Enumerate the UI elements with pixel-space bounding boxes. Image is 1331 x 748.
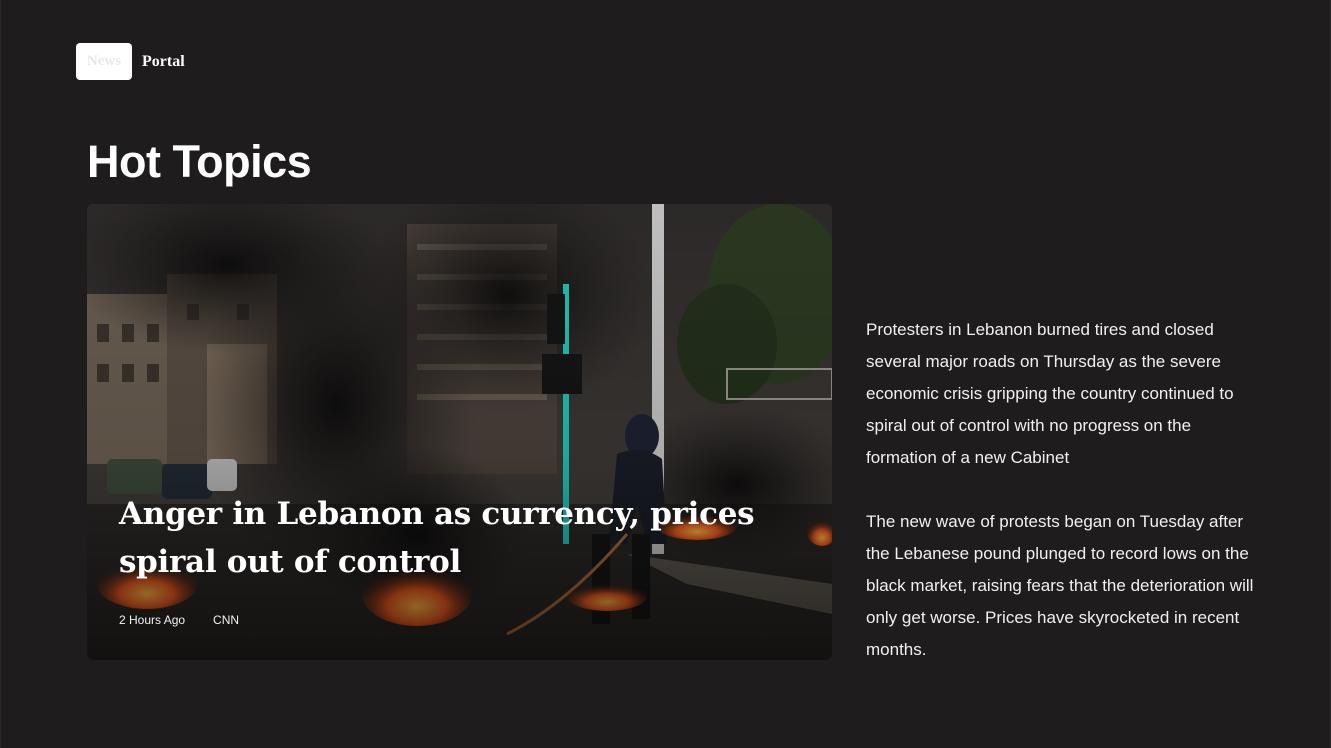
hero-article-card[interactable]: Anger in Lebanon as currency, prices spi… [87,204,832,660]
article-paragraph: Protesters in Lebanon burned tires and c… [866,320,1234,467]
logo-name: Portal [142,52,185,70]
hero-meta: 2 Hours Ago CNN [119,613,239,627]
hero-headline[interactable]: Anger in Lebanon as currency, prices spi… [119,490,799,586]
article-paragraph: The new wave of protests began on Tuesda… [866,512,1254,659]
page-title: Hot Topics [87,136,312,187]
hero-gradient-overlay [87,204,832,660]
article-body: Protesters in Lebanon burned tires and c… [866,314,1266,666]
logo-badge: News [76,43,132,80]
hero-source: CNN [213,613,240,627]
logo[interactable]: News Portal [76,43,185,80]
hero-timestamp: 2 Hours Ago [119,613,186,627]
page: News Portal Hot Topics Anger in Lebanon … [0,0,1331,748]
